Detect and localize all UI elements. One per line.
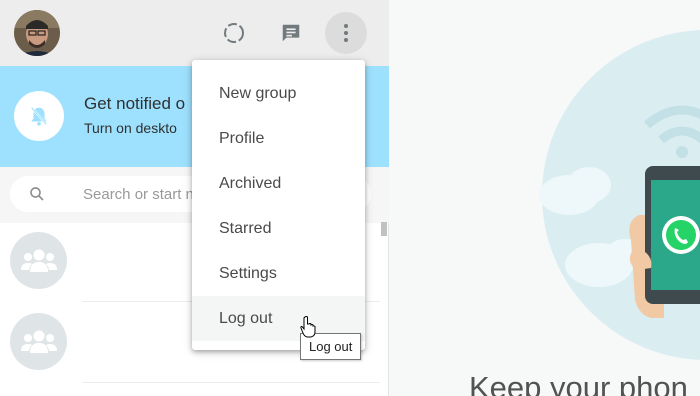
phone-illustration bbox=[539, 105, 700, 318]
list-divider bbox=[82, 382, 380, 383]
group-icon bbox=[10, 232, 67, 289]
menu-item-starred[interactable]: Starred bbox=[192, 206, 365, 251]
notification-title: Get notified o bbox=[84, 94, 186, 113]
notification-subtitle: Turn on deskto bbox=[84, 120, 177, 136]
vertical-dots-icon[interactable] bbox=[325, 12, 367, 54]
status-ring-icon[interactable] bbox=[213, 12, 255, 54]
menu-item-new-group[interactable]: New group bbox=[192, 71, 365, 116]
hand-cursor-icon bbox=[300, 316, 316, 343]
menu-item-archived[interactable]: Archived bbox=[192, 161, 365, 206]
menu-item-settings[interactable]: Settings bbox=[192, 251, 365, 296]
sidebar-header bbox=[0, 0, 389, 66]
group-icon bbox=[10, 313, 67, 370]
chat-bubble-icon[interactable] bbox=[270, 12, 312, 54]
menu-item-profile[interactable]: Profile bbox=[192, 116, 365, 161]
intro-heading: Keep your phon bbox=[469, 370, 688, 396]
search-icon bbox=[28, 185, 46, 208]
intro-pane: Keep your phon bbox=[389, 0, 700, 396]
main-menu-dropdown: New group Profile Archived Starred Setti… bbox=[192, 60, 365, 350]
bell-off-icon bbox=[14, 91, 64, 141]
user-avatar[interactable] bbox=[14, 10, 60, 56]
